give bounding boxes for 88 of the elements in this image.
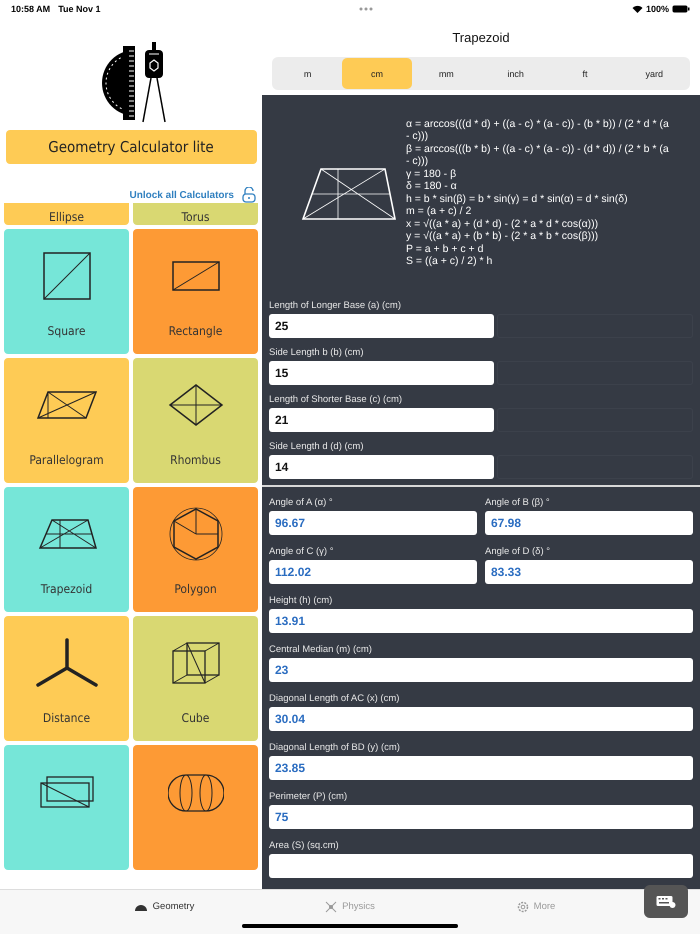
app-title-button[interactable]: Geometry Calculator lite [6,130,256,164]
calculator-tile[interactable]: Ellipse [4,203,129,225]
keyboard-button[interactable] [644,885,688,918]
result-field[interactable] [269,854,693,878]
rhombus-icon [168,383,224,427]
calculator-tile[interactable]: Trapezoid [4,487,129,612]
result-field[interactable]: 83.33 [485,560,693,584]
square-icon [42,251,92,301]
field-label: Length of Longer Base (a) (cm) [269,300,402,314]
keyboard-icon [656,895,676,908]
tile-label: Trapezoid [40,581,92,597]
result-field[interactable]: 13.91 [269,609,693,633]
parallelogram-icon [36,390,98,420]
field-label: Side Length d (d) (cm) [269,441,365,454]
tab-item[interactable]: Geometry [71,890,257,934]
unlock-link[interactable]: Unlock all Calculators [130,190,234,200]
formula-line: P = a + b + c + d [406,242,484,256]
calculator-tile[interactable]: Rectangle [133,229,258,354]
result-field[interactable]: 75 [269,805,693,829]
distance-icon [34,638,98,688]
formula-line: m = (a + c) / 2 [406,205,472,218]
unit-segment[interactable]: inch [480,58,550,89]
battery-icon [672,5,690,13]
formula-line: α = arccos(((d * d) + ((a - c) * (a - c)) - (b * b)) / (2 * d * (a - c))) [406,118,670,143]
formula-line: y = √((a * a) + (b * b) - (2 * a * b * cos(β))) [406,230,600,243]
formula-line: β = arccos(((b * b) + ((a - c) * (a - c)) - (d * d)) / (2 * b * (a - c))) [406,142,670,168]
result-field[interactable]: 23 [269,658,693,682]
result-label: Angle of D (δ) ° [485,546,552,559]
more-dots-icon [359,7,374,11]
calculator-tile[interactable]: Torus [133,203,258,225]
formula-line: h = b * sin(β) = b * sin(γ) = d * sin(α) = d * sin(δ) [406,192,629,206]
result-label: Area (S) (sq.cm) [269,840,340,853]
field-label: Side Length b (b) (cm) [269,347,365,360]
rectangle-icon [170,260,220,292]
tile-label: Ellipse [49,209,84,225]
unit-segment[interactable]: m [273,58,342,89]
status-time: 10:58 AM [11,4,50,14]
unlock-icon [242,187,256,203]
calculator-tile[interactable] [4,745,129,870]
wifi-icon [632,5,643,13]
unit-segment[interactable]: cm [342,58,412,89]
input-field[interactable]: 14 [269,455,494,480]
input-field[interactable]: 15 [269,361,494,386]
result-label: Height (h) (cm) [269,595,334,608]
formula-line: x = √((a * a) + (d * d) - (2 * a * d * cos(α))) [406,218,600,230]
result-label: Central Median (m) (cm) [269,644,373,657]
calculator-tile[interactable]: Polygon [133,487,258,612]
formula-line: S = ((a + c) / 2) * h [406,255,494,268]
result-label: Angle of B (β) ° [485,497,551,510]
input-field[interactable]: 21 [269,408,494,432]
formula-line: δ = 180 - α [406,180,458,193]
result-field[interactable]: 23.85 [269,756,693,780]
tile-label: Cube [182,710,210,726]
tile-label: Parallelogram [29,452,104,468]
calculator-tile[interactable]: Rhombus [133,358,258,483]
tile-label: Torus [181,209,210,225]
tile-label: Square [48,323,86,339]
result-field[interactable]: 112.02 [269,560,477,584]
calculator-tile[interactable]: Cube [133,616,258,741]
unit-segment[interactable]: yard [620,58,689,89]
tile-label: Distance [42,710,90,726]
calculator-tile[interactable]: Parallelogram [4,358,129,483]
result-label: Diagonal Length of AC (x) (cm) [269,693,400,706]
tile-label: Polygon [174,581,217,597]
result-label: Diagonal Length of BD (y) (cm) [269,742,401,755]
calculator-tile[interactable]: Distance [4,616,129,741]
formula-line: γ = 180 - β [406,168,458,180]
cube-icon [170,641,220,685]
result-label: Angle of A (α) ° [269,497,334,510]
status-date: Tue Nov 1 [58,4,101,14]
battery-percent: 100% [646,4,669,14]
result-field[interactable]: 67.98 [485,511,693,535]
protractor-icon [134,902,148,910]
unit-segment[interactable]: mm [412,58,481,89]
calculator-tile[interactable] [133,745,258,870]
field-label: Length of Shorter Base (c) (cm) [269,394,404,408]
result-label: Perimeter (P) (cm) [269,791,348,804]
unit-segment[interactable]: ft [550,58,620,89]
page-title: Trapezoid [451,28,511,47]
gear-icon [516,900,529,912]
tile-label: Rhombus [170,452,221,468]
result-label: Angle of C (γ) ° [269,546,335,559]
result-field[interactable]: 96.67 [269,511,477,535]
calculator-tile[interactable]: Square [4,229,129,354]
tile-label: Rectangle [168,323,222,339]
result-field[interactable]: 30.04 [269,707,693,731]
input-field[interactable]: 25 [269,314,494,338]
cuboid-icon [38,775,94,809]
